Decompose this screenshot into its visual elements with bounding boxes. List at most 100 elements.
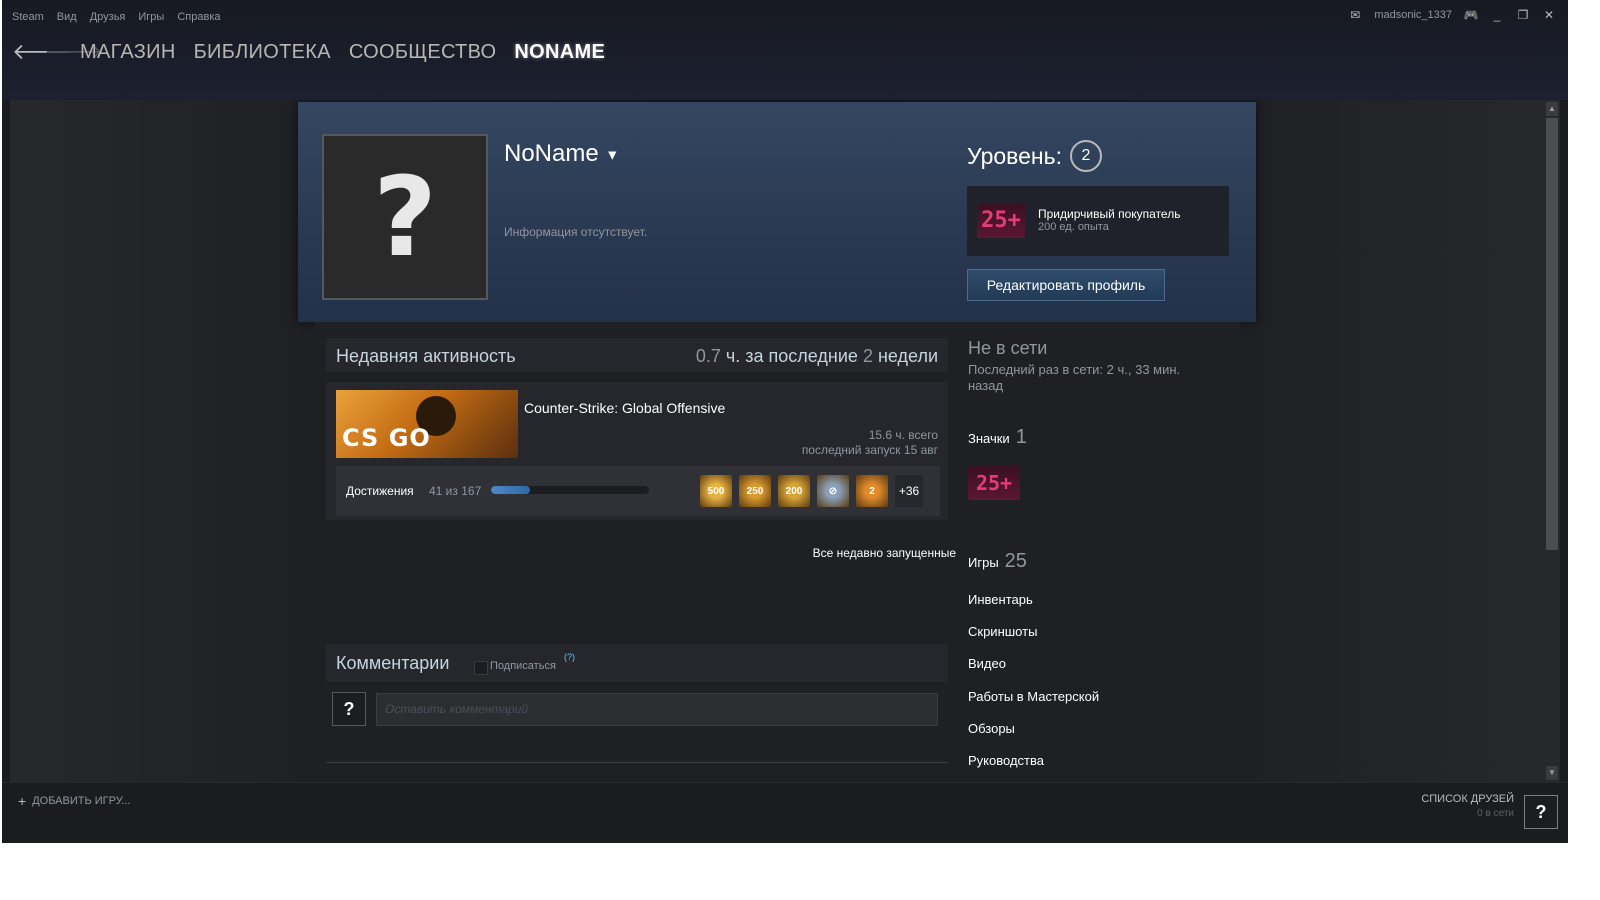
hours-num: 0.7 [695, 346, 721, 366]
friends-list-label: СПИСОК ДРУЗЕЙ [1421, 793, 1514, 805]
account-username[interactable]: madsonic_1337 [1374, 9, 1452, 21]
250-achievement-icon[interactable]: 250 [739, 475, 771, 507]
subscribe-label[interactable]: Подписаться [490, 660, 556, 672]
forward-arrow-icon[interactable]: 🡒 [44, 38, 103, 66]
menu-view[interactable]: Вид [57, 11, 77, 23]
sidebar-link-screenshots[interactable]: Скриншоты [968, 624, 1037, 639]
favorite-badge[interactable]: 25+ Придирчивый покупатель 200 ед. опыта [967, 186, 1229, 256]
sidebar-link-guides[interactable]: Руководства [968, 753, 1044, 768]
friends-list-button[interactable]: СПИСОК ДРУЗЕЙ 0 в сети [1421, 793, 1514, 819]
hours-unit: ч. за последние [725, 346, 858, 366]
game-capsule-image[interactable]: CS GO [336, 390, 518, 458]
badge-icon: 25+ [977, 204, 1025, 238]
gamepad-icon[interactable]: 🎮 [1464, 8, 1479, 22]
level-label-text: Уровень: [967, 142, 1062, 169]
badge-xp: 200 ед. опыта [1038, 221, 1109, 233]
level-label: Уровень: 2 [967, 140, 1102, 172]
no-weapon-achievement-icon[interactable]: ⊘ [817, 475, 849, 507]
sidebar-badge-icon[interactable]: 25+ [968, 466, 1020, 500]
comments-header: Комментарии Подписаться (?) [326, 644, 948, 682]
achievements-count: 41 из 167 [429, 484, 482, 498]
sidebar-link-videos[interactable]: Видео [968, 656, 1006, 671]
profile-name-text: NoName [504, 140, 599, 167]
game-logo: CS GO [342, 424, 431, 452]
achievements-label[interactable]: Достижения [346, 484, 414, 498]
recent-activity-title: Недавняя активность [336, 346, 516, 366]
game-total-hours: 15.6 ч. всего [868, 428, 938, 442]
bottom-bar: + ДОБАВИТЬ ИГРУ... СПИСОК ДРУЗЕЙ 0 в сет… [2, 782, 1568, 843]
page-content: ? NoName ▼ Информация отсутствует. Урове… [10, 100, 1544, 782]
menu-games[interactable]: Игры [138, 11, 164, 23]
subscribe-checkbox[interactable] [474, 661, 488, 675]
profile-body: Недавняя активность 0.7 ч. за последние … [314, 322, 1240, 782]
plus-icon: + [18, 793, 27, 809]
chevron-down-icon[interactable]: ▼ [605, 147, 619, 163]
knife-2-achievement-icon[interactable]: 2 [856, 475, 888, 507]
badges-count: 1 [1015, 426, 1027, 448]
window-controls: ✉ madsonic_1337 🎮 _ ❐ ✕ [1348, 8, 1556, 22]
games-label: Игры [968, 555, 999, 570]
edit-profile-button[interactable]: Редактировать профиль [967, 269, 1165, 301]
profile-info: Информация отсутствует. [504, 225, 648, 239]
weeks-unit: недели [877, 346, 938, 366]
achievements-progress-fill [491, 486, 530, 494]
title-bar: Steam Вид Друзья Игры Справка ✉ madsonic… [2, 0, 1568, 100]
menu-help[interactable]: Справка [177, 11, 220, 23]
add-game-button[interactable]: + ДОБАВИТЬ ИГРУ... [18, 793, 130, 809]
vertical-scrollbar[interactable]: ▲ ▼ [1544, 100, 1560, 782]
sidebar-badges[interactable]: Значки 1 [968, 426, 1027, 449]
500-achievement-icon[interactable]: 500 [700, 475, 732, 507]
menu-steam[interactable]: Steam [12, 11, 44, 23]
weeks-num: 2 [862, 346, 873, 366]
more-achievements[interactable]: +36 [895, 475, 923, 507]
back-arrow-icon[interactable]: 🡐 [12, 38, 71, 66]
nav-profile[interactable]: NONAME [514, 41, 605, 64]
subscribe-help-icon[interactable]: (?) [564, 652, 575, 662]
main-nav: МАГАЗИН БИБЛИОТЕКА СООБЩЕСТВО NONAME [80, 41, 605, 64]
badges-label: Значки [968, 431, 1010, 446]
sidebar-games[interactable]: Игры 25 [968, 550, 1027, 573]
recent-activity-hours: 0.7 ч. за последние 2 недели [696, 346, 938, 367]
comment-input[interactable]: Оставить комментарий [376, 693, 938, 726]
level-number[interactable]: 2 [1070, 140, 1102, 172]
add-game-label: ДОБАВИТЬ ИГРУ... [32, 795, 131, 807]
menu-bar: Steam Вид Друзья Игры Справка [12, 11, 221, 23]
notifications-icon[interactable]: ✉ [1348, 8, 1362, 22]
comments-title: Комментарии [336, 653, 450, 673]
game-last-played: последний запуск 15 авг [801, 443, 938, 457]
maximize-icon[interactable]: ❐ [1516, 8, 1530, 22]
friends-online-count: 0 в сети [1477, 808, 1514, 819]
friends-avatar[interactable]: ? [1524, 795, 1558, 829]
online-status: Не в сети [968, 338, 1048, 358]
commenter-avatar: ? [332, 692, 366, 726]
all-recent-games-link[interactable]: Все недавно запущенные [813, 546, 956, 560]
sidebar-link-reviews[interactable]: Обзоры [968, 721, 1015, 736]
recent-game-card: CS GO Counter-Strike: Global Offensive 1… [326, 382, 948, 520]
nav-library[interactable]: БИБЛИОТЕКА [194, 41, 331, 64]
sidebar-link-inventory[interactable]: Инвентарь [968, 592, 1033, 607]
200-stars-achievement-icon[interactable]: 200 [778, 475, 810, 507]
game-hours: 15.6 ч. всего последний запуск 15 авг [802, 428, 938, 458]
game-name[interactable]: Counter-Strike: Global Offensive [524, 400, 725, 416]
scroll-up-icon[interactable]: ▲ [1546, 102, 1558, 116]
minimize-icon[interactable]: _ [1490, 8, 1504, 22]
scroll-thumb[interactable] [1546, 118, 1558, 550]
achievements-progress-bar [491, 486, 649, 494]
achievements-row: Достижения 41 из 167 500 250 200 ⊘ 2 +36 [336, 466, 940, 516]
achievement-icons: 500 250 200 ⊘ 2 +36 [700, 475, 923, 507]
last-online: Последний раз в сети: 2 ч., 33 мин. наза… [968, 362, 1181, 393]
nav-row: 🡐 🡒 МАГАЗИН БИБЛИОТЕКА СООБЩЕСТВО NONAME [12, 38, 605, 66]
divider [326, 762, 948, 763]
profile-name[interactable]: NoName ▼ [504, 140, 619, 168]
steam-window: Steam Вид Друзья Игры Справка ✉ madsonic… [2, 0, 1568, 843]
nav-store[interactable]: МАГАЗИН [80, 41, 176, 64]
scroll-down-icon[interactable]: ▼ [1546, 766, 1558, 780]
recent-activity-header: Недавняя активность 0.7 ч. за последние … [326, 338, 948, 372]
close-icon[interactable]: ✕ [1542, 8, 1556, 22]
sidebar-link-workshop[interactable]: Работы в Мастерской [968, 689, 1099, 704]
profile-avatar[interactable]: ? [322, 134, 488, 300]
nav-community[interactable]: СООБЩЕСТВО [349, 41, 497, 64]
menu-friends[interactable]: Друзья [90, 11, 126, 23]
games-count: 25 [1004, 550, 1027, 572]
badge-name: Придирчивый покупатель [1038, 207, 1181, 221]
